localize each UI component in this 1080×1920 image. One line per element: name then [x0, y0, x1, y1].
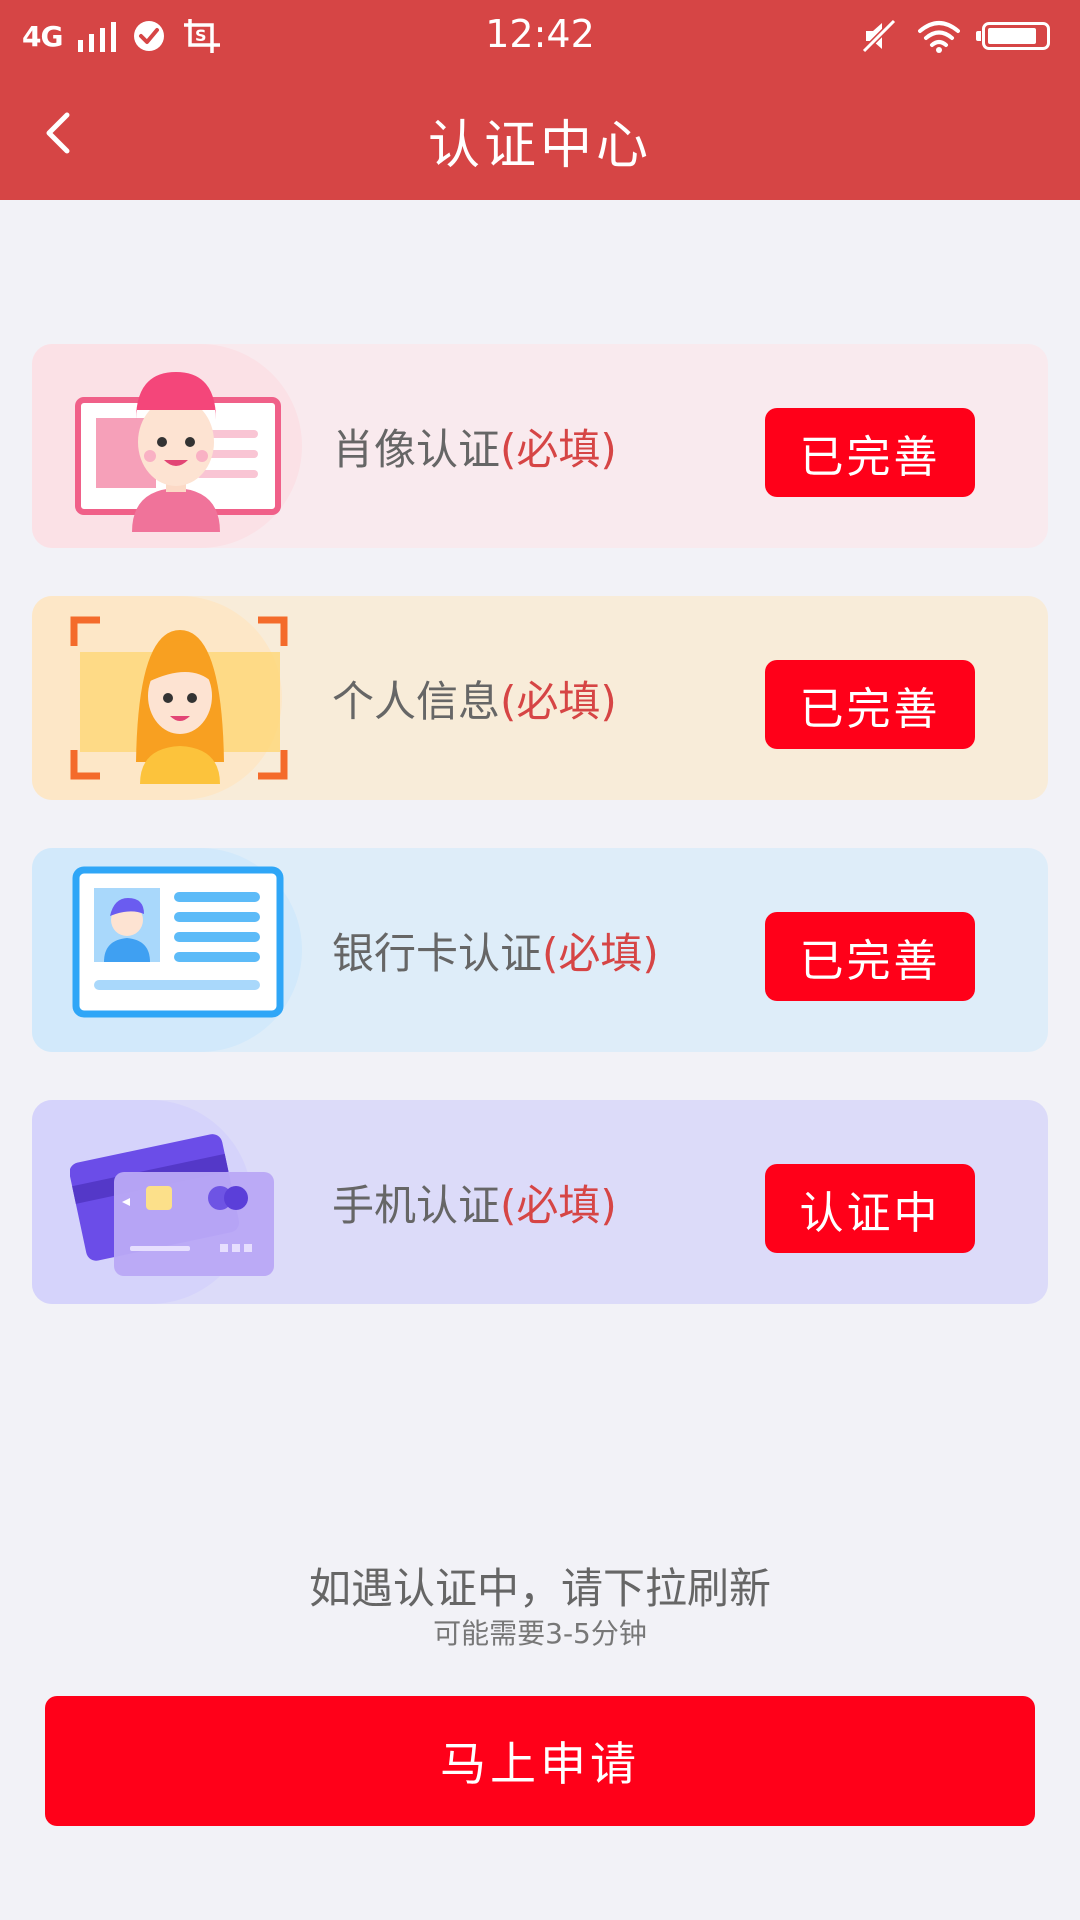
- required-tag: (必填): [542, 928, 659, 978]
- card-title: 肖像认证: [332, 424, 501, 474]
- card-title: 手机认证: [332, 1180, 501, 1230]
- header: 认证中心: [0, 70, 1080, 200]
- status-button[interactable]: 已完善: [765, 660, 975, 749]
- page-title: 认证中心: [427, 116, 652, 176]
- status-bar: 4G S 12:42: [0, 0, 1080, 70]
- battery-icon: [976, 22, 1050, 50]
- status-button[interactable]: 已完善: [765, 912, 975, 1001]
- wait-time-tip: 可能需要3-5分钟: [433, 1617, 647, 1650]
- card-bank-verification[interactable]: 银行卡认证 (必填) 已完善: [32, 848, 1048, 1052]
- status-button[interactable]: 认证中: [765, 1164, 975, 1253]
- required-tag: (必填): [500, 424, 617, 474]
- required-tag: (必填): [500, 676, 617, 726]
- card-personal-info[interactable]: 个人信息 (必填) 已完善: [32, 596, 1048, 800]
- top-bar: 4G S 12:42 认证中心: [0, 0, 1080, 200]
- card-label: 手机认证 (必填): [332, 1100, 617, 1304]
- wifi-icon: [918, 21, 960, 53]
- card-label: 银行卡认证 (必填): [332, 848, 659, 1052]
- card-label: 个人信息 (必填): [332, 596, 617, 800]
- required-tag: (必填): [500, 1180, 617, 1230]
- card-title: 个人信息: [332, 676, 501, 726]
- apply-now-button[interactable]: 马上申请: [45, 1696, 1035, 1826]
- card-title: 银行卡认证: [332, 928, 543, 978]
- credit-card-icon: [70, 1134, 274, 1276]
- portrait-icon: [75, 372, 281, 532]
- card-phone-verification[interactable]: 手机认证 (必填) 认证中: [32, 1100, 1048, 1304]
- id-card-icon: [72, 866, 284, 1018]
- card-portrait-verification[interactable]: 肖像认证 (必填) 已完善: [32, 344, 1048, 548]
- card-label: 肖像认证 (必填): [332, 344, 617, 548]
- refresh-tip: 如遇认证中，请下拉刷新: [308, 1564, 771, 1613]
- status-right: [862, 14, 1050, 58]
- face-scan-icon: [70, 616, 288, 784]
- status-button[interactable]: 已完善: [765, 408, 975, 497]
- mute-icon: [862, 19, 896, 53]
